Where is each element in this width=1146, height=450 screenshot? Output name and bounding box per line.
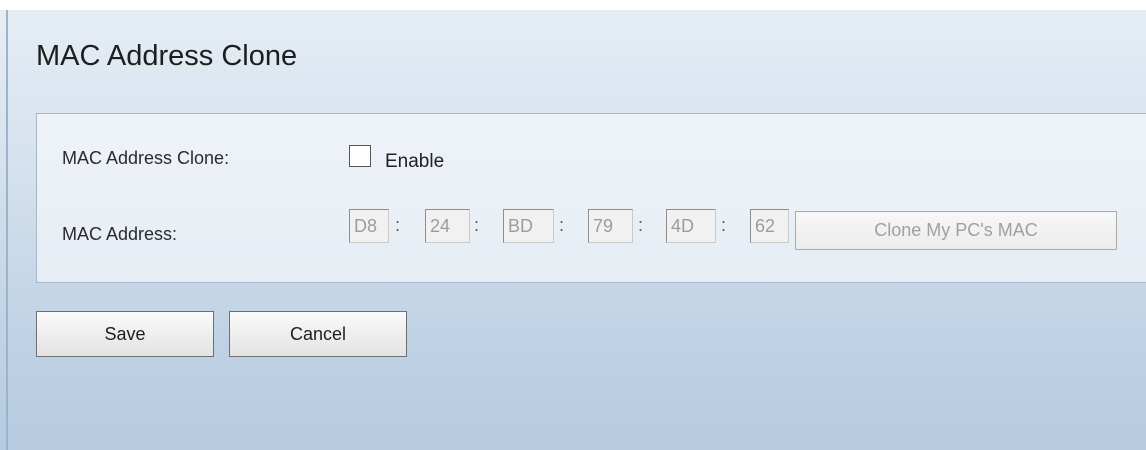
octet-separator: :: [559, 215, 565, 235]
cancel-button[interactable]: Cancel: [229, 311, 407, 357]
octet-separator: :: [395, 215, 401, 235]
save-button[interactable]: Save: [36, 311, 214, 357]
page-title: MAC Address Clone: [36, 40, 298, 72]
mac-octet-1[interactable]: [349, 209, 389, 243]
clone-my-pc-mac-button[interactable]: Clone My PC's MAC: [795, 211, 1117, 250]
mac-address-label: MAC Address:: [62, 224, 178, 244]
mac-octet-2[interactable]: [425, 209, 470, 243]
octet-separator: :: [721, 215, 727, 235]
mac-clone-label: MAC Address Clone:: [62, 148, 230, 168]
octet-separator: :: [638, 215, 644, 235]
settings-panel: MAC Address Clone: Enable MAC Address: :…: [36, 113, 1146, 283]
enable-checkbox[interactable]: [349, 145, 371, 167]
octet-separator: :: [474, 215, 480, 235]
mac-octet-5[interactable]: [666, 209, 716, 243]
mac-octet-6[interactable]: [750, 209, 789, 243]
enable-label[interactable]: Enable: [385, 151, 444, 173]
left-divider: [6, 10, 8, 450]
mac-octet-4[interactable]: [588, 209, 633, 243]
mac-octet-3[interactable]: [503, 209, 554, 243]
top-band: [0, 0, 1146, 10]
